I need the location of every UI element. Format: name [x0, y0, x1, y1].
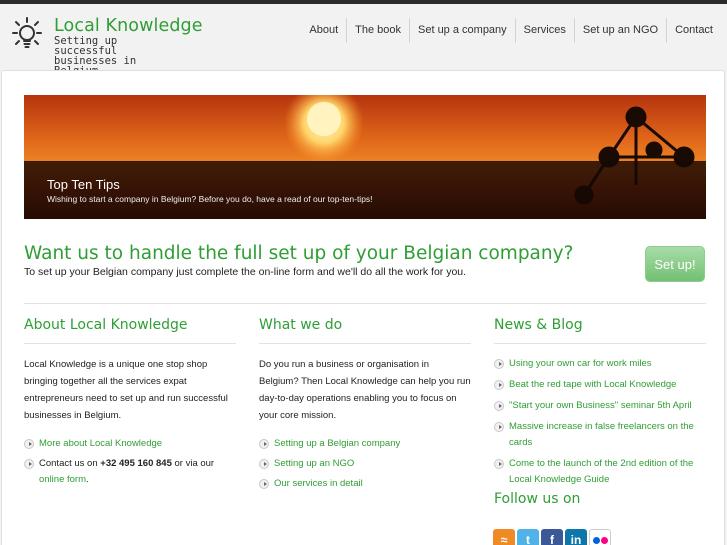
twitter-icon[interactable]: t [517, 529, 539, 545]
facebook-icon[interactable]: f [541, 529, 563, 545]
main-nav: About The book Set up a company Services… [301, 18, 721, 43]
contact-suffix: . [86, 474, 89, 485]
online-form-link[interactable]: online form [39, 474, 86, 485]
hero-subtitle: Wishing to start a company in Belgium? B… [47, 194, 373, 204]
news-column: News & Blog Using your own car for work … [494, 317, 706, 507]
arrow-bullet-icon [259, 439, 269, 449]
about-heading: About Local Knowledge [24, 317, 188, 333]
content-panel: Top Ten Tips Wishing to start a company … [1, 70, 725, 545]
section-divider [24, 303, 706, 304]
what-we-do-rule [259, 343, 471, 344]
news-rule [494, 343, 706, 344]
nav-contact[interactable]: Contact [666, 18, 721, 43]
contact-line: Contact us on +32 495 160 845 or via our… [24, 456, 236, 488]
service-link-company[interactable]: Setting up a Belgian company [259, 436, 471, 452]
hero-banner[interactable]: Top Ten Tips Wishing to start a company … [24, 95, 706, 219]
arrow-bullet-icon [494, 459, 504, 469]
about-rule [24, 343, 236, 344]
arrow-bullet-icon [494, 401, 504, 411]
nav-about[interactable]: About [301, 18, 346, 43]
news-item[interactable]: Massive increase in false freelancers on… [494, 419, 706, 451]
linkedin-icon[interactable]: in [565, 529, 587, 545]
brand-title[interactable]: Local Knowledge [54, 16, 203, 36]
what-we-do-column: What we do Do you run a business or orga… [259, 317, 471, 496]
what-we-do-text: Do you run a business or organisation in… [259, 359, 471, 421]
service-link-label[interactable]: Our services in detail [274, 478, 363, 489]
cta-text: To set up your Belgian company just comp… [24, 266, 467, 278]
more-about-label[interactable]: More about Local Knowledge [39, 438, 162, 449]
news-item[interactable]: Using your own car for work miles [494, 356, 706, 372]
news-item-label[interactable]: Using your own car for work miles [509, 358, 652, 369]
cta-heading: Want us to handle the full set up of you… [24, 243, 574, 264]
arrow-bullet-icon [24, 439, 34, 449]
nav-the-book[interactable]: The book [346, 18, 409, 43]
lightbulb-logo-icon[interactable] [6, 15, 48, 57]
news-item[interactable]: "Start your own Business" seminar 5th Ap… [494, 398, 706, 414]
service-link-ngo[interactable]: Setting up an NGO [259, 456, 471, 472]
arrow-bullet-icon [494, 359, 504, 369]
nav-set-up-ngo[interactable]: Set up an NGO [573, 18, 666, 43]
service-link-label[interactable]: Setting up an NGO [274, 458, 354, 469]
rss-icon[interactable]: ≈ [493, 529, 515, 545]
news-item[interactable]: Come to the launch of the 2nd edition of… [494, 456, 706, 488]
news-item-label[interactable]: "Start your own Business" seminar 5th Ap… [509, 400, 692, 411]
nav-set-up-company[interactable]: Set up a company [409, 18, 515, 43]
header: Local Knowledge Setting up successful bu… [0, 4, 727, 76]
arrow-bullet-icon [494, 380, 504, 390]
nav-services[interactable]: Services [514, 18, 574, 43]
news-heading: News & Blog [494, 317, 583, 333]
about-column: About Local Knowledge Local Knowledge is… [24, 317, 236, 492]
news-item-label[interactable]: Beat the red tape with Local Knowledge [509, 379, 676, 390]
phone-number: +32 495 160 845 [100, 458, 172, 469]
contact-prefix: Contact us on [39, 458, 101, 469]
set-up-button[interactable]: Set up! [645, 246, 705, 282]
service-link-detail[interactable]: Our services in detail [259, 476, 471, 492]
flickr-icon[interactable] [589, 529, 611, 545]
more-about-link[interactable]: More about Local Knowledge [24, 436, 236, 452]
what-we-do-heading: What we do [259, 317, 343, 333]
news-item-label[interactable]: Come to the launch of the 2nd edition of… [509, 458, 693, 485]
arrow-bullet-icon [259, 459, 269, 469]
arrow-bullet-icon [259, 479, 269, 489]
social-icons: ≈ t f in [493, 529, 611, 545]
follow-heading: Follow us on [494, 491, 581, 507]
arrow-bullet-icon [24, 459, 34, 469]
service-link-label[interactable]: Setting up a Belgian company [274, 438, 400, 449]
news-item-label[interactable]: Massive increase in false freelancers on… [509, 421, 694, 448]
arrow-bullet-icon [494, 422, 504, 432]
news-item[interactable]: Beat the red tape with Local Knowledge [494, 377, 706, 393]
contact-mid: or via our [171, 458, 215, 469]
hero-title[interactable]: Top Ten Tips [47, 177, 120, 192]
about-text: Local Knowledge is a unique one stop sho… [24, 359, 228, 421]
